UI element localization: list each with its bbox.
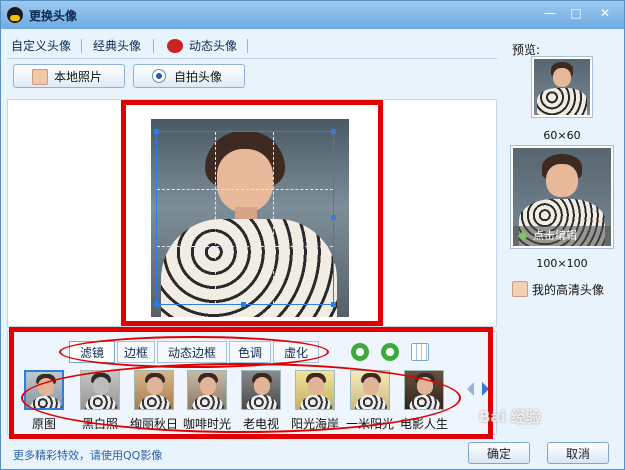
preview-large[interactable]: 点击编辑: [510, 145, 614, 249]
effects-highlight-box: [9, 327, 493, 439]
person-photo-icon: [32, 69, 48, 85]
maximize-icon[interactable]: □: [567, 6, 585, 20]
pencil-icon: [517, 230, 529, 242]
photo-highlight-box: [121, 100, 383, 326]
preview-small: [531, 56, 593, 118]
ok-button[interactable]: 确定: [468, 442, 530, 464]
baidu-watermark: Bai 经验: [479, 408, 541, 426]
preview-small-size: 60×60: [543, 129, 581, 142]
click-to-edit-label: 点击编辑: [533, 229, 577, 242]
tab-divider: [81, 39, 82, 53]
window-title: 更换头像: [29, 9, 78, 23]
cancel-button[interactable]: 取消: [547, 442, 609, 464]
qq-image-hint-link[interactable]: 更多精彩特效，请使用QQ影像: [13, 447, 162, 463]
tab-custom-avatar[interactable]: 自定义头像: [11, 35, 71, 57]
tabs-underline: [7, 58, 497, 59]
click-to-edit[interactable]: 点击编辑: [513, 226, 611, 246]
title-bar: 更换头像 — □ ✕: [1, 1, 624, 29]
tab-classic-avatar[interactable]: 经典头像: [93, 35, 141, 57]
tab-divider: [153, 39, 154, 53]
tab-dynamic-avatar-label: 动态头像: [189, 39, 238, 53]
avatar-tabs: 自定义头像 经典头像 动态头像: [7, 35, 497, 57]
close-icon[interactable]: ✕: [596, 6, 614, 20]
dynamic-avatar-icon: [167, 39, 183, 53]
change-avatar-window: 更换头像 — □ ✕ 自定义头像 经典头像 动态头像 本地照片 自拍头像 滤镜 …: [0, 0, 625, 470]
webcam-icon: [152, 69, 166, 83]
hd-avatar-icon: [512, 281, 528, 297]
selfie-label: 自拍头像: [174, 70, 223, 84]
local-photo-label: 本地照片: [54, 70, 103, 84]
hd-avatar-link[interactable]: 我的高清头像: [512, 281, 604, 298]
tab-dynamic-avatar[interactable]: 动态头像: [167, 35, 237, 57]
selfie-button[interactable]: 自拍头像: [133, 64, 245, 88]
preview-large-size: 100×100: [536, 257, 588, 270]
local-photo-button[interactable]: 本地照片: [13, 64, 125, 88]
tab-divider: [247, 39, 248, 53]
qq-penguin-icon: [7, 7, 23, 23]
minimize-icon[interactable]: —: [541, 6, 559, 20]
